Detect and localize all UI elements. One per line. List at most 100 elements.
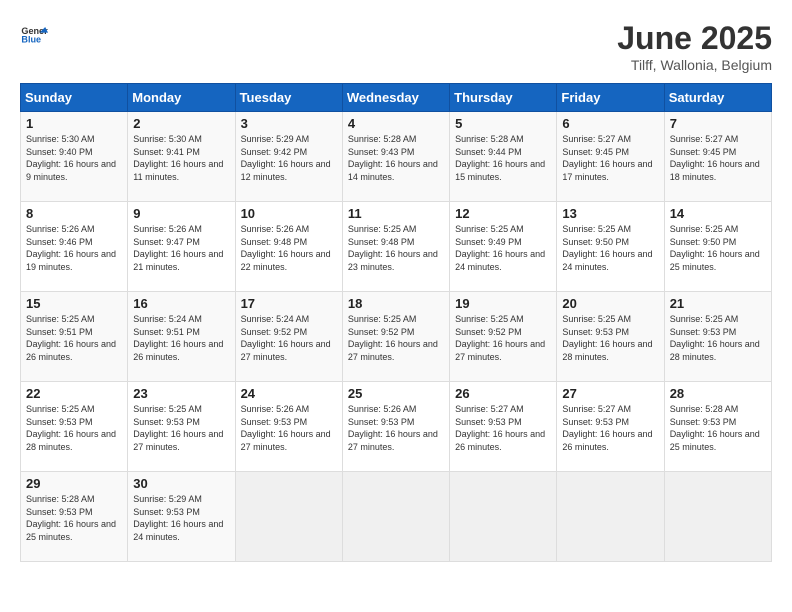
table-row: 28 Sunrise: 5:28 AM Sunset: 9:53 PM Dayl… [664, 382, 771, 472]
calendar-title: June 2025 [617, 20, 772, 57]
table-row: 6 Sunrise: 5:27 AM Sunset: 9:45 PM Dayli… [557, 112, 664, 202]
day-number: 26 [455, 386, 551, 401]
table-row [664, 472, 771, 562]
day-number: 5 [455, 116, 551, 131]
calendar-week-row: 8 Sunrise: 5:26 AM Sunset: 9:46 PM Dayli… [21, 202, 772, 292]
svg-text:Blue: Blue [21, 34, 41, 44]
day-number: 15 [26, 296, 122, 311]
calendar-week-row: 29 Sunrise: 5:28 AM Sunset: 9:53 PM Dayl… [21, 472, 772, 562]
table-row: 14 Sunrise: 5:25 AM Sunset: 9:50 PM Dayl… [664, 202, 771, 292]
day-number: 18 [348, 296, 444, 311]
calendar-body: 1 Sunrise: 5:30 AM Sunset: 9:40 PM Dayli… [21, 112, 772, 562]
calendar-week-row: 15 Sunrise: 5:25 AM Sunset: 9:51 PM Dayl… [21, 292, 772, 382]
calendar-week-row: 22 Sunrise: 5:25 AM Sunset: 9:53 PM Dayl… [21, 382, 772, 472]
header-sunday: Sunday [21, 84, 128, 112]
table-row: 12 Sunrise: 5:25 AM Sunset: 9:49 PM Dayl… [450, 202, 557, 292]
calendar-header: Sunday Monday Tuesday Wednesday Thursday… [21, 84, 772, 112]
table-row: 13 Sunrise: 5:25 AM Sunset: 9:50 PM Dayl… [557, 202, 664, 292]
table-row: 9 Sunrise: 5:26 AM Sunset: 9:47 PM Dayli… [128, 202, 235, 292]
table-row: 26 Sunrise: 5:27 AM Sunset: 9:53 PM Dayl… [450, 382, 557, 472]
table-row: 24 Sunrise: 5:26 AM Sunset: 9:53 PM Dayl… [235, 382, 342, 472]
table-row: 5 Sunrise: 5:28 AM Sunset: 9:44 PM Dayli… [450, 112, 557, 202]
day-number: 27 [562, 386, 658, 401]
day-info: Sunrise: 5:24 AM Sunset: 9:51 PM Dayligh… [133, 313, 229, 363]
day-info: Sunrise: 5:25 AM Sunset: 9:53 PM Dayligh… [670, 313, 766, 363]
table-row: 4 Sunrise: 5:28 AM Sunset: 9:43 PM Dayli… [342, 112, 449, 202]
day-info: Sunrise: 5:25 AM Sunset: 9:48 PM Dayligh… [348, 223, 444, 273]
day-info: Sunrise: 5:26 AM Sunset: 9:47 PM Dayligh… [133, 223, 229, 273]
table-row: 2 Sunrise: 5:30 AM Sunset: 9:41 PM Dayli… [128, 112, 235, 202]
header-tuesday: Tuesday [235, 84, 342, 112]
day-info: Sunrise: 5:26 AM Sunset: 9:53 PM Dayligh… [241, 403, 337, 453]
day-number: 17 [241, 296, 337, 311]
day-info: Sunrise: 5:29 AM Sunset: 9:53 PM Dayligh… [133, 493, 229, 543]
table-row: 17 Sunrise: 5:24 AM Sunset: 9:52 PM Dayl… [235, 292, 342, 382]
day-info: Sunrise: 5:25 AM Sunset: 9:52 PM Dayligh… [348, 313, 444, 363]
table-row: 18 Sunrise: 5:25 AM Sunset: 9:52 PM Dayl… [342, 292, 449, 382]
table-row: 22 Sunrise: 5:25 AM Sunset: 9:53 PM Dayl… [21, 382, 128, 472]
day-number: 28 [670, 386, 766, 401]
header-monday: Monday [128, 84, 235, 112]
day-number: 29 [26, 476, 122, 491]
day-number: 19 [455, 296, 551, 311]
table-row: 16 Sunrise: 5:24 AM Sunset: 9:51 PM Dayl… [128, 292, 235, 382]
day-info: Sunrise: 5:27 AM Sunset: 9:53 PM Dayligh… [455, 403, 551, 453]
table-row: 29 Sunrise: 5:28 AM Sunset: 9:53 PM Dayl… [21, 472, 128, 562]
table-row: 1 Sunrise: 5:30 AM Sunset: 9:40 PM Dayli… [21, 112, 128, 202]
day-info: Sunrise: 5:27 AM Sunset: 9:45 PM Dayligh… [562, 133, 658, 183]
table-row [342, 472, 449, 562]
day-info: Sunrise: 5:25 AM Sunset: 9:50 PM Dayligh… [670, 223, 766, 273]
day-info: Sunrise: 5:25 AM Sunset: 9:49 PM Dayligh… [455, 223, 551, 273]
day-info: Sunrise: 5:25 AM Sunset: 9:52 PM Dayligh… [455, 313, 551, 363]
table-row: 25 Sunrise: 5:26 AM Sunset: 9:53 PM Dayl… [342, 382, 449, 472]
table-row: 8 Sunrise: 5:26 AM Sunset: 9:46 PM Dayli… [21, 202, 128, 292]
table-row: 20 Sunrise: 5:25 AM Sunset: 9:53 PM Dayl… [557, 292, 664, 382]
day-info: Sunrise: 5:28 AM Sunset: 9:53 PM Dayligh… [670, 403, 766, 453]
table-row: 23 Sunrise: 5:25 AM Sunset: 9:53 PM Dayl… [128, 382, 235, 472]
day-number: 16 [133, 296, 229, 311]
day-number: 14 [670, 206, 766, 221]
header: General Blue June 2025 Tilff, Wallonia, … [20, 20, 772, 73]
day-number: 20 [562, 296, 658, 311]
table-row: 3 Sunrise: 5:29 AM Sunset: 9:42 PM Dayli… [235, 112, 342, 202]
title-area: June 2025 Tilff, Wallonia, Belgium [617, 20, 772, 73]
table-row: 30 Sunrise: 5:29 AM Sunset: 9:53 PM Dayl… [128, 472, 235, 562]
table-row: 19 Sunrise: 5:25 AM Sunset: 9:52 PM Dayl… [450, 292, 557, 382]
header-thursday: Thursday [450, 84, 557, 112]
logo-icon: General Blue [20, 20, 48, 48]
table-row: 21 Sunrise: 5:25 AM Sunset: 9:53 PM Dayl… [664, 292, 771, 382]
day-info: Sunrise: 5:25 AM Sunset: 9:50 PM Dayligh… [562, 223, 658, 273]
logo: General Blue [20, 20, 48, 48]
day-number: 9 [133, 206, 229, 221]
day-number: 24 [241, 386, 337, 401]
day-number: 12 [455, 206, 551, 221]
day-number: 22 [26, 386, 122, 401]
day-info: Sunrise: 5:28 AM Sunset: 9:43 PM Dayligh… [348, 133, 444, 183]
day-number: 1 [26, 116, 122, 131]
table-row [557, 472, 664, 562]
table-row [450, 472, 557, 562]
day-info: Sunrise: 5:25 AM Sunset: 9:51 PM Dayligh… [26, 313, 122, 363]
day-number: 2 [133, 116, 229, 131]
day-number: 10 [241, 206, 337, 221]
day-info: Sunrise: 5:25 AM Sunset: 9:53 PM Dayligh… [26, 403, 122, 453]
day-info: Sunrise: 5:27 AM Sunset: 9:45 PM Dayligh… [670, 133, 766, 183]
day-number: 11 [348, 206, 444, 221]
day-number: 30 [133, 476, 229, 491]
table-row: 10 Sunrise: 5:26 AM Sunset: 9:48 PM Dayl… [235, 202, 342, 292]
header-wednesday: Wednesday [342, 84, 449, 112]
day-info: Sunrise: 5:26 AM Sunset: 9:46 PM Dayligh… [26, 223, 122, 273]
day-info: Sunrise: 5:25 AM Sunset: 9:53 PM Dayligh… [133, 403, 229, 453]
calendar-table: Sunday Monday Tuesday Wednesday Thursday… [20, 83, 772, 562]
day-info: Sunrise: 5:28 AM Sunset: 9:53 PM Dayligh… [26, 493, 122, 543]
day-info: Sunrise: 5:27 AM Sunset: 9:53 PM Dayligh… [562, 403, 658, 453]
day-info: Sunrise: 5:26 AM Sunset: 9:48 PM Dayligh… [241, 223, 337, 273]
day-info: Sunrise: 5:24 AM Sunset: 9:52 PM Dayligh… [241, 313, 337, 363]
day-info: Sunrise: 5:30 AM Sunset: 9:41 PM Dayligh… [133, 133, 229, 183]
table-row: 27 Sunrise: 5:27 AM Sunset: 9:53 PM Dayl… [557, 382, 664, 472]
header-saturday: Saturday [664, 84, 771, 112]
day-number: 4 [348, 116, 444, 131]
day-info: Sunrise: 5:25 AM Sunset: 9:53 PM Dayligh… [562, 313, 658, 363]
weekday-row: Sunday Monday Tuesday Wednesday Thursday… [21, 84, 772, 112]
day-info: Sunrise: 5:26 AM Sunset: 9:53 PM Dayligh… [348, 403, 444, 453]
